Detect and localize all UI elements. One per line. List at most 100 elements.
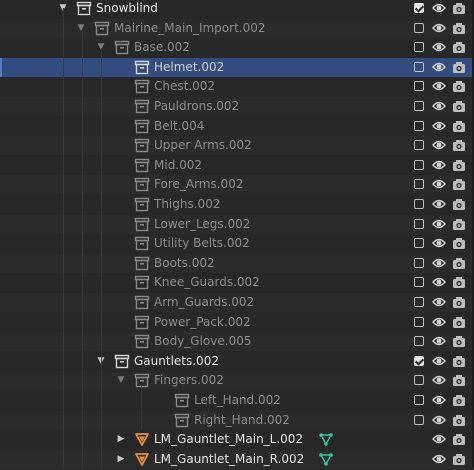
camera-icon[interactable] — [452, 257, 466, 270]
outliner-row[interactable]: Lower_Legs.002 — [0, 214, 474, 234]
outliner-row[interactable]: Mid.002 — [0, 155, 474, 175]
outliner-row[interactable]: ▶ LM_Gauntlet_Main_L.002 — [0, 430, 474, 450]
eye-icon[interactable] — [432, 394, 446, 406]
camera-icon[interactable] — [452, 355, 466, 368]
exclude-checkbox[interactable] — [414, 159, 424, 170]
eye-icon[interactable] — [432, 335, 446, 347]
eye-icon[interactable] — [432, 41, 446, 53]
expand-arrow-right-icon[interactable]: ▶ — [115, 450, 127, 469]
expand-arrow-down-icon[interactable]: ▼ — [75, 19, 87, 38]
exclude-checkbox[interactable] — [414, 238, 424, 249]
eye-icon[interactable] — [432, 296, 446, 308]
expand-arrow-down-icon[interactable]: ▼ — [115, 371, 127, 390]
eye-icon[interactable] — [432, 80, 446, 92]
exclude-checkbox[interactable] — [414, 414, 424, 425]
exclude-checkbox[interactable] — [414, 199, 424, 209]
outliner-row[interactable]: ▼Snowblind — [0, 0, 474, 18]
outliner-row[interactable]: Arm_Guards.002 — [0, 293, 474, 312]
exclude-checkbox[interactable] — [414, 101, 424, 111]
camera-icon[interactable] — [452, 61, 466, 74]
outliner-row[interactable]: Power_Pack.002 — [0, 312, 474, 332]
outliner-row[interactable]: Right_Hand.002 — [0, 410, 474, 430]
exclude-checkbox[interactable] — [414, 218, 424, 229]
camera-icon[interactable] — [452, 316, 466, 329]
expand-arrow-right-icon[interactable]: ▶ — [115, 430, 127, 449]
camera-icon[interactable] — [452, 218, 466, 231]
exclude-checkbox[interactable] — [414, 179, 424, 190]
exclude-checkbox[interactable] — [414, 257, 424, 268]
eye-icon[interactable] — [432, 61, 446, 73]
exclude-checkbox[interactable] — [414, 81, 424, 92]
eye-icon[interactable] — [432, 100, 446, 112]
eye-icon[interactable] — [432, 218, 446, 230]
outliner-row[interactable]: Pauldrons.002 — [0, 97, 474, 116]
outliner-row[interactable]: ▼Base.002 — [0, 38, 474, 58]
camera-icon[interactable] — [452, 178, 466, 191]
exclude-checkbox[interactable] — [414, 22, 424, 33]
eye-icon[interactable] — [432, 198, 446, 210]
outliner-row[interactable]: Boots.002 — [0, 253, 474, 273]
outliner-row[interactable]: ▼ Mairine_Main_Import.002 — [0, 18, 474, 38]
exclude-checkbox[interactable] — [414, 42, 424, 53]
outliner-row[interactable]: Fore_Arms.002 — [0, 175, 474, 195]
outliner-row[interactable]: Knee_Guards.002 — [0, 273, 474, 293]
camera-icon[interactable] — [452, 276, 466, 289]
eye-icon[interactable] — [432, 276, 446, 288]
outliner-row[interactable]: Left_Hand.002 — [0, 391, 474, 410]
camera-icon[interactable] — [452, 414, 466, 427]
camera-icon[interactable] — [452, 120, 466, 133]
eye-icon[interactable] — [432, 120, 446, 132]
camera-icon[interactable] — [452, 374, 466, 387]
vertex-group-icon[interactable] — [319, 452, 333, 467]
outliner-row[interactable]: Chest.002 — [0, 77, 474, 97]
camera-icon[interactable] — [452, 100, 466, 113]
vertex-group-icon[interactable] — [319, 432, 333, 447]
exclude-checkbox[interactable] — [414, 375, 424, 386]
eye-icon[interactable] — [432, 178, 446, 190]
outliner-row[interactable]: Upper Arms.002 — [0, 136, 474, 156]
camera-icon[interactable] — [452, 80, 466, 93]
outliner-row[interactable]: Helmet.002 — [0, 57, 474, 77]
camera-icon[interactable] — [452, 41, 466, 54]
camera-icon[interactable] — [452, 198, 466, 211]
eye-icon[interactable] — [432, 22, 446, 34]
camera-icon[interactable] — [452, 139, 466, 152]
camera-icon[interactable] — [452, 2, 466, 15]
outliner-row[interactable]: ▼ Fingers.002 — [0, 371, 474, 391]
exclude-checkbox[interactable] — [414, 3, 424, 13]
exclude-checkbox[interactable] — [414, 61, 424, 72]
outliner-row[interactable]: Thighs.002 — [0, 195, 474, 214]
eye-icon[interactable] — [432, 414, 446, 426]
outliner-row[interactable]: Belt.004 — [0, 116, 474, 136]
camera-icon[interactable] — [452, 335, 466, 348]
exclude-checkbox[interactable] — [414, 297, 424, 307]
exclude-checkbox[interactable] — [414, 140, 424, 151]
outliner-row[interactable]: Body_Glove.005 — [0, 332, 474, 352]
camera-icon[interactable] — [452, 433, 466, 446]
camera-icon[interactable] — [452, 296, 466, 309]
exclude-checkbox[interactable] — [414, 277, 424, 288]
eye-icon[interactable] — [432, 355, 446, 367]
eye-icon[interactable] — [432, 2, 446, 14]
exclude-checkbox[interactable] — [414, 120, 424, 131]
eye-icon[interactable] — [432, 257, 446, 269]
outliner-row[interactable]: Utility Belts.002 — [0, 234, 474, 254]
eye-icon[interactable] — [432, 237, 446, 249]
eye-icon[interactable] — [432, 374, 446, 386]
outliner-row[interactable]: ▼Gauntlets.002 — [0, 351, 474, 371]
exclude-checkbox[interactable] — [414, 316, 424, 327]
camera-icon[interactable] — [452, 159, 466, 172]
exclude-checkbox[interactable] — [414, 355, 424, 366]
eye-icon[interactable] — [432, 139, 446, 151]
exclude-checkbox[interactable] — [414, 336, 424, 347]
camera-icon[interactable] — [452, 22, 466, 35]
eye-icon[interactable] — [432, 453, 446, 465]
camera-icon[interactable] — [452, 453, 466, 466]
eye-icon[interactable] — [432, 316, 446, 328]
exclude-checkbox[interactable] — [414, 395, 424, 405]
eye-icon[interactable] — [432, 433, 446, 445]
eye-icon[interactable] — [432, 159, 446, 171]
outliner-row[interactable]: ▶ LM_Gauntlet_Main_R.002 — [0, 449, 474, 469]
camera-icon[interactable] — [452, 394, 466, 407]
camera-icon[interactable] — [452, 237, 466, 250]
